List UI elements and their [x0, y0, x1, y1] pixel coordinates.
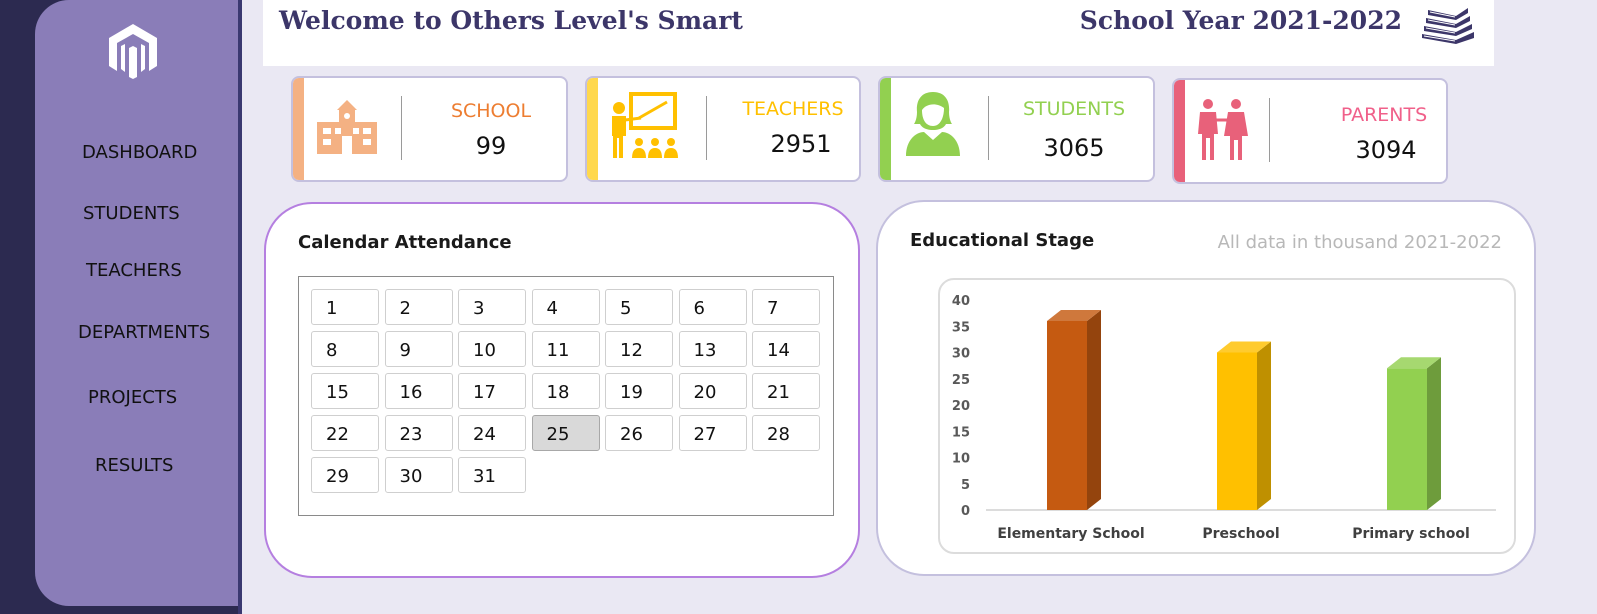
calendar-day[interactable]: 21: [752, 373, 820, 409]
card-accent-stripe: [880, 78, 891, 180]
calendar-day[interactable]: 9: [384, 331, 453, 367]
nav-projects[interactable]: PROJECTS: [88, 387, 177, 408]
calendar-day[interactable]: 18: [531, 373, 600, 409]
calendar-day[interactable]: 14: [752, 331, 820, 367]
chart-container: 0 5 10 15 20 25 30 35 40 Elementary School Prescho…: [938, 278, 1516, 554]
calendar-day[interactable]: 23: [384, 415, 453, 451]
calendar-day[interactable]: 3: [458, 289, 526, 325]
bar: [1387, 368, 1427, 510]
calendar-day[interactable]: 12: [605, 331, 673, 367]
educational-stage-chart: 0 5 10 15 20 25 30 35 40 Elementary School Prescho…: [952, 294, 1496, 542]
calendar-day[interactable]: 22: [311, 415, 379, 451]
calendar-day[interactable]: 6: [678, 289, 747, 325]
calendar-day[interactable]: 13: [678, 331, 747, 367]
calendar-day[interactable]: 26: [605, 415, 673, 451]
calendar-day[interactable]: 17: [458, 373, 526, 409]
calendar-day[interactable]: 20: [678, 373, 747, 409]
y-tick-label: 25: [952, 373, 970, 388]
stage-title: Educational Stage: [910, 230, 1095, 251]
calendar-day[interactable]: 2: [384, 289, 453, 325]
data-unit-note: All data in thousand 2021-2022: [1217, 232, 1502, 253]
card-teachers-label: TEACHERS: [742, 98, 844, 120]
card-accent-stripe: [587, 78, 598, 180]
magento-logo-icon: [109, 24, 157, 79]
calendar-day[interactable]: 11: [531, 331, 600, 367]
card-divider: [401, 96, 402, 160]
card-teachers[interactable]: TEACHERS 2951: [585, 76, 861, 182]
card-accent-stripe: [293, 78, 304, 180]
school-year-label: School Year 2021-2022: [1079, 6, 1402, 35]
educational-stage-panel: Educational Stage All data in thousand 2…: [876, 200, 1536, 576]
card-parents-value: 3094: [1355, 136, 1417, 164]
calendar-attendance-panel: Calendar Attendance 1 2 3 4 5 6 7 8 9 10 11 12 13 14 1…: [264, 202, 860, 578]
calendar-day[interactable]: 25: [531, 415, 600, 451]
parents-icon: [1198, 99, 1248, 160]
calendar-day[interactable]: 1: [311, 289, 379, 325]
calendar-day[interactable]: 27: [678, 415, 747, 451]
books-icon: [1422, 8, 1474, 44]
card-students-value: 3065: [1043, 134, 1105, 162]
nav-teachers[interactable]: TEACHERS: [86, 260, 182, 281]
y-tick-label: 0: [961, 504, 970, 519]
calendar-day[interactable]: 4: [531, 289, 600, 325]
calendar-day[interactable]: 16: [384, 373, 453, 409]
calendar-day[interactable]: 30: [384, 457, 453, 493]
bar: [1047, 321, 1087, 510]
y-tick-label: 10: [952, 452, 970, 467]
card-divider: [1269, 98, 1270, 162]
y-tick-label: 40: [952, 294, 970, 309]
calendar-day[interactable]: 31: [458, 457, 526, 493]
x-tick-label: Elementary School: [997, 526, 1144, 542]
sidebar: DASHBOARD STUDENTS TEACHERS DEPARTMENTS …: [35, 0, 238, 606]
card-school[interactable]: SCHOOL 99: [291, 76, 568, 182]
bar: [1217, 352, 1257, 510]
y-tick-label: 5: [961, 478, 970, 493]
header-bar: Welcome to Others Level's Smart School Y…: [263, 0, 1494, 66]
page-title: Welcome to Others Level's Smart: [279, 6, 743, 35]
nav-dashboard[interactable]: DASHBOARD: [82, 142, 197, 163]
x-tick-label: Preschool: [1202, 526, 1279, 542]
calendar-day[interactable]: 19: [605, 373, 673, 409]
calendar-day[interactable]: 7: [752, 289, 820, 325]
calendar-day[interactable]: 29: [311, 457, 379, 493]
y-tick-label: 20: [952, 399, 970, 414]
calendar-day[interactable]: 8: [311, 331, 379, 367]
card-school-label: SCHOOL: [450, 100, 532, 122]
nav-results[interactable]: RESULTS: [95, 455, 173, 476]
x-tick-label: Primary school: [1352, 526, 1470, 542]
card-teachers-value: 2951: [770, 130, 832, 158]
y-tick-label: 30: [952, 347, 970, 362]
card-divider: [706, 96, 707, 160]
card-parents-label: PARENTS: [1340, 104, 1428, 126]
calendar-title: Calendar Attendance: [298, 232, 512, 253]
card-school-value: 99: [475, 132, 507, 160]
nav-departments[interactable]: DEPARTMENTS: [78, 322, 210, 343]
bar-side: [1427, 357, 1441, 510]
calendar-day[interactable]: 5: [605, 289, 673, 325]
nav-students[interactable]: STUDENTS: [83, 203, 180, 224]
calendar-day[interactable]: 10: [458, 331, 526, 367]
calendar-day[interactable]: 24: [458, 415, 526, 451]
student-icon: [906, 92, 960, 156]
y-tick-label: 35: [952, 320, 970, 335]
card-parents[interactable]: PARENTS 3094: [1172, 78, 1448, 184]
card-divider: [988, 96, 989, 160]
calendar-day[interactable]: 15: [311, 373, 379, 409]
y-tick-label: 15: [952, 425, 970, 440]
bar-side: [1087, 310, 1101, 510]
card-students-label: STUDENTS: [1022, 98, 1126, 120]
card-accent-stripe: [1174, 80, 1185, 182]
bar-side: [1257, 341, 1271, 510]
card-students[interactable]: STUDENTS 3065: [878, 76, 1155, 182]
calendar-grid: 1 2 3 4 5 6 7 8 9 10 11 12 13 14 15 16 17 18 19 20 21 22 23 24 2…: [298, 276, 834, 516]
school-building-icon: [317, 100, 377, 154]
calendar-day[interactable]: 28: [752, 415, 820, 451]
teacher-classroom-icon: [612, 92, 678, 158]
